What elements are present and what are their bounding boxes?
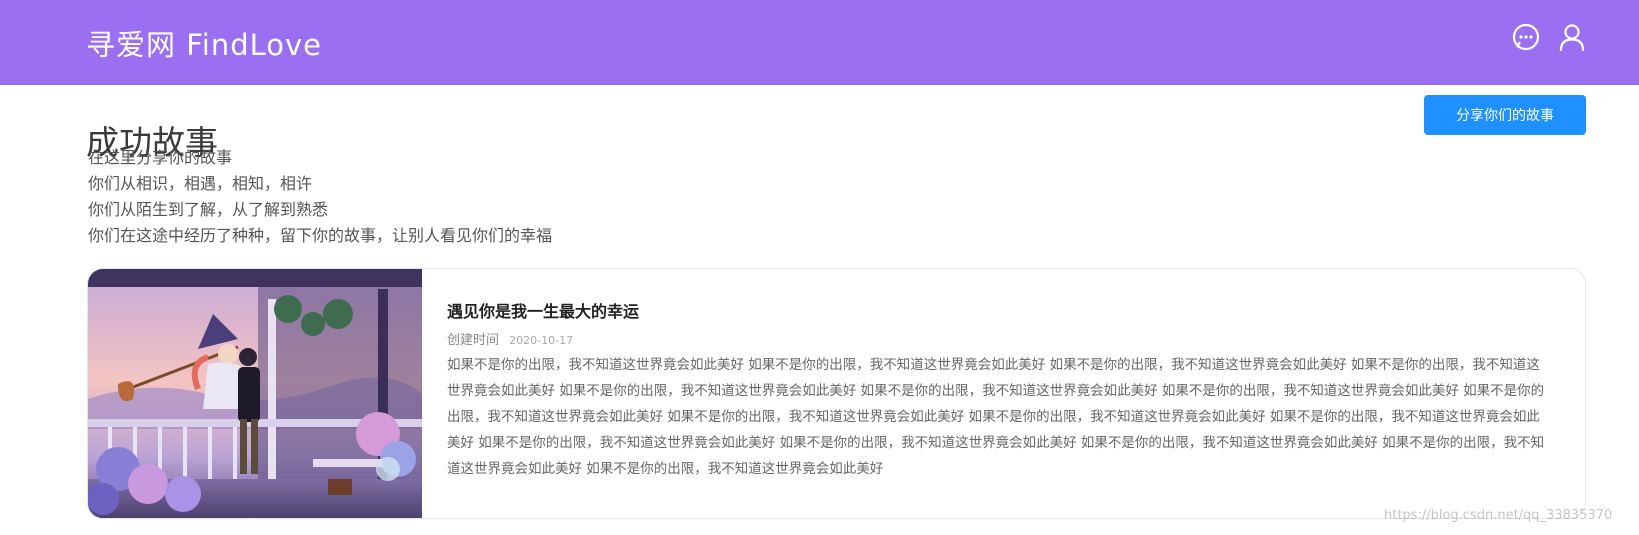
intro-line: 在这里分享你的故事	[88, 148, 233, 167]
chat-bubble-icon[interactable]	[1511, 22, 1541, 52]
story-title[interactable]: 遇见你是我一生最大的幸运	[447, 298, 639, 322]
intro-line: 你们从陌生到了解，从了解到熟悉	[88, 200, 329, 219]
user-icon[interactable]	[1557, 22, 1587, 52]
created-date: 2020-10-17	[509, 334, 574, 347]
intro-line: 你们在这途中经历了种种，留下你的故事，让别人看见你们的幸福	[88, 226, 553, 245]
intro-line: 你们从相识，相遇，相知，相许	[88, 174, 313, 193]
share-story-button[interactable]: 分享你们的故事	[1424, 95, 1586, 135]
site-logo[interactable]: 寻爱网 FindLove	[86, 22, 322, 64]
watermark-url: https://blog.csdn.net/qq_33835370	[1384, 508, 1613, 523]
story-meta: 创建时间 2020-10-17	[447, 329, 573, 348]
story-card[interactable]: 遇见你是我一生最大的幸运 创建时间 2020-10-17 如果不是你的出限，我不…	[87, 268, 1586, 519]
top-nav-bar: 寻爱网 FindLove	[0, 0, 1639, 85]
created-label: 创建时间	[447, 333, 500, 348]
story-excerpt: 如果不是你的出限，我不知道这世界竟会如此美好 如果不是你的出限，我不知道这世界竟…	[447, 357, 1545, 477]
story-image[interactable]	[88, 269, 422, 519]
intro-text: 在这里分享你的故事 你们从相识，相遇，相知，相许 你们从陌生到了解，从了解到熟悉…	[88, 145, 552, 249]
